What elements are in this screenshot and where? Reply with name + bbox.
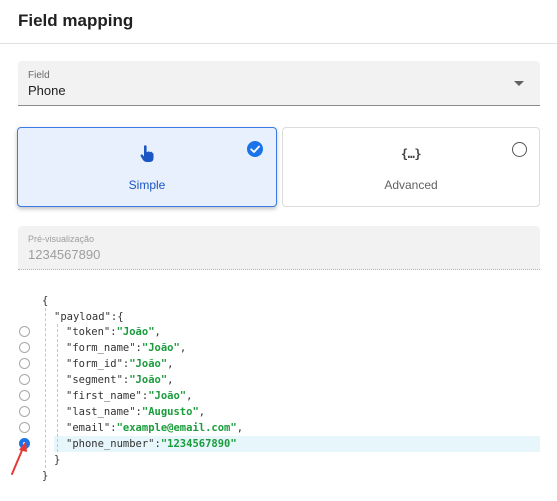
- json-key: "last_name": [66, 406, 136, 418]
- json-key: "phone_number": [66, 438, 155, 450]
- json-row[interactable]: "token":"João",: [66, 324, 161, 340]
- json-key: "form_id": [66, 358, 123, 370]
- curly-braces-icon: {…}: [400, 147, 422, 161]
- row-radio-token[interactable]: [19, 326, 30, 337]
- json-value: "João": [129, 374, 168, 386]
- field-select-label: Field: [28, 70, 50, 81]
- row-radio-email[interactable]: [19, 422, 30, 433]
- json-sep: ,: [167, 374, 174, 386]
- json-value: "1234567890": [160, 438, 237, 450]
- indent-guide: [57, 324, 58, 452]
- json-value: "João": [148, 390, 187, 402]
- json-key: "form_name": [66, 342, 136, 354]
- mode-card-advanced-label: Advanced: [384, 178, 438, 192]
- page-title: Field mapping: [18, 11, 134, 30]
- json-row[interactable]: "first_name":"João",: [66, 388, 192, 404]
- dialog-header: Field mapping: [0, 0, 557, 44]
- json-sep: ,: [198, 406, 206, 418]
- json-value: "João": [116, 326, 155, 338]
- json-row[interactable]: "form_name":"João",: [66, 340, 186, 356]
- json-key: "payload": [54, 311, 111, 323]
- json-row[interactable]: "last_name":"Augusto",: [66, 404, 205, 420]
- field-select[interactable]: Field Phone: [18, 61, 540, 106]
- json-value: "João": [141, 342, 180, 354]
- row-radio-segment[interactable]: [19, 374, 30, 385]
- json-close-inner: }: [54, 454, 61, 466]
- json-sep: ,: [236, 422, 244, 434]
- preview-field: Pré-visualização 1234567890: [18, 226, 540, 270]
- json-value: "João": [129, 358, 168, 370]
- json-sep: ,: [179, 342, 187, 354]
- mode-card-simple[interactable]: Simple: [17, 127, 277, 207]
- json-key: "token": [66, 326, 111, 338]
- json-punct: :{: [110, 311, 124, 323]
- json-value: "example@email.com": [116, 422, 237, 434]
- dropdown-arrow-icon[interactable]: [514, 81, 524, 86]
- row-radio-last-name[interactable]: [19, 406, 30, 417]
- row-radio-form-id[interactable]: [19, 358, 30, 369]
- preview-label: Pré-visualização: [28, 234, 95, 244]
- json-row-selected[interactable]: "phone_number":"1234567890": [66, 436, 237, 452]
- field-select-value: Phone: [28, 83, 66, 98]
- json-row[interactable]: "form_id":"João",: [66, 356, 174, 372]
- json-payload-line: "payload":{: [54, 309, 124, 325]
- hand-pointer-icon: [140, 145, 154, 162]
- mode-card-advanced[interactable]: {…} Advanced: [282, 127, 540, 207]
- row-radio-form-name[interactable]: [19, 342, 30, 353]
- row-radio-first-name[interactable]: [19, 390, 30, 401]
- json-key: "first_name": [66, 390, 142, 402]
- json-close-outer: }: [42, 470, 49, 482]
- json-value: "Augusto": [141, 406, 199, 418]
- radio-unselected-icon[interactable]: [512, 142, 527, 157]
- json-open-brace: {: [42, 295, 49, 307]
- indent-guide: [45, 308, 46, 468]
- checkmark-icon: [247, 141, 263, 157]
- json-sep: ,: [154, 326, 161, 338]
- json-key: "email": [66, 422, 111, 434]
- json-sep: ,: [186, 390, 193, 402]
- json-key: "segment": [66, 374, 123, 386]
- mode-card-simple-label: Simple: [128, 178, 166, 192]
- json-row[interactable]: "email":"example@email.com",: [66, 420, 243, 436]
- json-sep: ,: [167, 358, 174, 370]
- annotation-arrow-icon: [11, 441, 27, 475]
- preview-value: 1234567890: [28, 247, 101, 262]
- json-row[interactable]: "segment":"João",: [66, 372, 174, 388]
